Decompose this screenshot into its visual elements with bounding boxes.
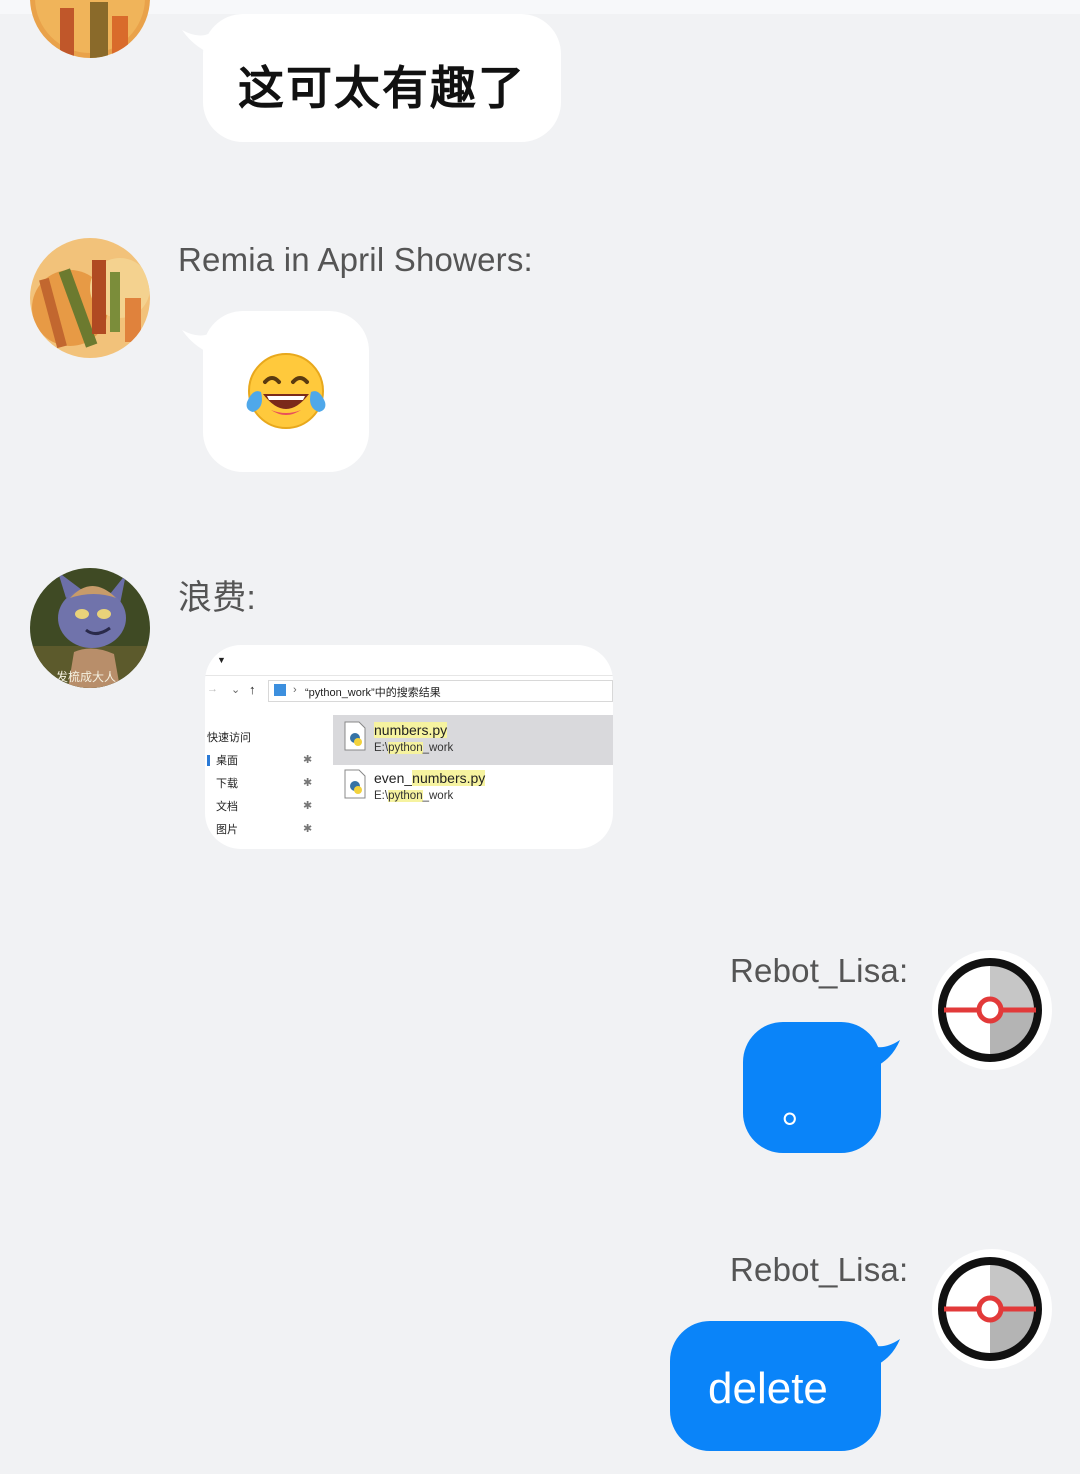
up-arrow-icon: ↑ [249, 682, 256, 697]
screenshot-image[interactable]: ▼ → ⌄ ↑ › “python_work”中的搜索结果 快速访问 桌面 下载… [205, 645, 613, 849]
folder-icon [274, 684, 286, 696]
pin-icon: ✱ [303, 777, 313, 789]
pin-icon: ✱ [303, 823, 313, 835]
back-arrow-icon: → [207, 683, 218, 695]
avatar-cat[interactable]: 发梳成大人 [30, 568, 150, 688]
nav-documents: 文档 [216, 801, 238, 813]
avatar-pokeball[interactable] [932, 950, 1052, 1070]
address-bar: › “python_work”中的搜索结果 [268, 680, 613, 702]
avatar-remia-partial[interactable] [30, 0, 150, 58]
bubble-tail [866, 1339, 900, 1369]
python-file-icon [343, 721, 367, 756]
chevron-down-icon: ⌄ [231, 684, 241, 696]
message-text: 这可太有趣了 [238, 62, 526, 114]
sender-name: 浪费: [178, 579, 257, 617]
nav-downloads: 下载 [216, 778, 238, 790]
file-path: E:\python_work [374, 790, 454, 802]
nav-pictures: 图片 [216, 824, 238, 836]
python-file-icon [343, 769, 367, 804]
message-text: delete [708, 1364, 828, 1413]
message-text: 。 [782, 1087, 822, 1131]
file-name[interactable]: numbers.py [374, 722, 448, 738]
toolbar-strip: ▼ [205, 645, 613, 676]
nav-desktop: 桌面 [216, 755, 238, 767]
sender-name: Remia in April Showers: [178, 241, 533, 278]
pin-icon: ✱ [303, 754, 313, 766]
avatar-caption: 发梳成大人 [56, 670, 117, 684]
pin-icon: ✱ [303, 800, 313, 812]
sender-name: Rebot_Lisa: [730, 1251, 909, 1288]
breadcrumb-chevron-icon: › [293, 684, 297, 696]
nav-quick-access: 快速访问 [207, 732, 251, 744]
avatar-pokeball[interactable] [932, 1249, 1052, 1369]
file-name[interactable]: even_numbers.py [374, 770, 486, 786]
search-results-title: “python_work”中的搜索结果 [305, 687, 441, 699]
sender-name: Rebot_Lisa: [730, 952, 909, 989]
file-path: E:\python_work [374, 742, 454, 754]
top-edge [0, 0, 1080, 14]
nav-marker [207, 755, 210, 766]
dropdown-arrow-icon: ▼ [217, 655, 226, 665]
bubble-tail [866, 1040, 900, 1070]
avatar-remia[interactable] [30, 238, 150, 358]
laughing-emoji-icon [243, 350, 329, 437]
